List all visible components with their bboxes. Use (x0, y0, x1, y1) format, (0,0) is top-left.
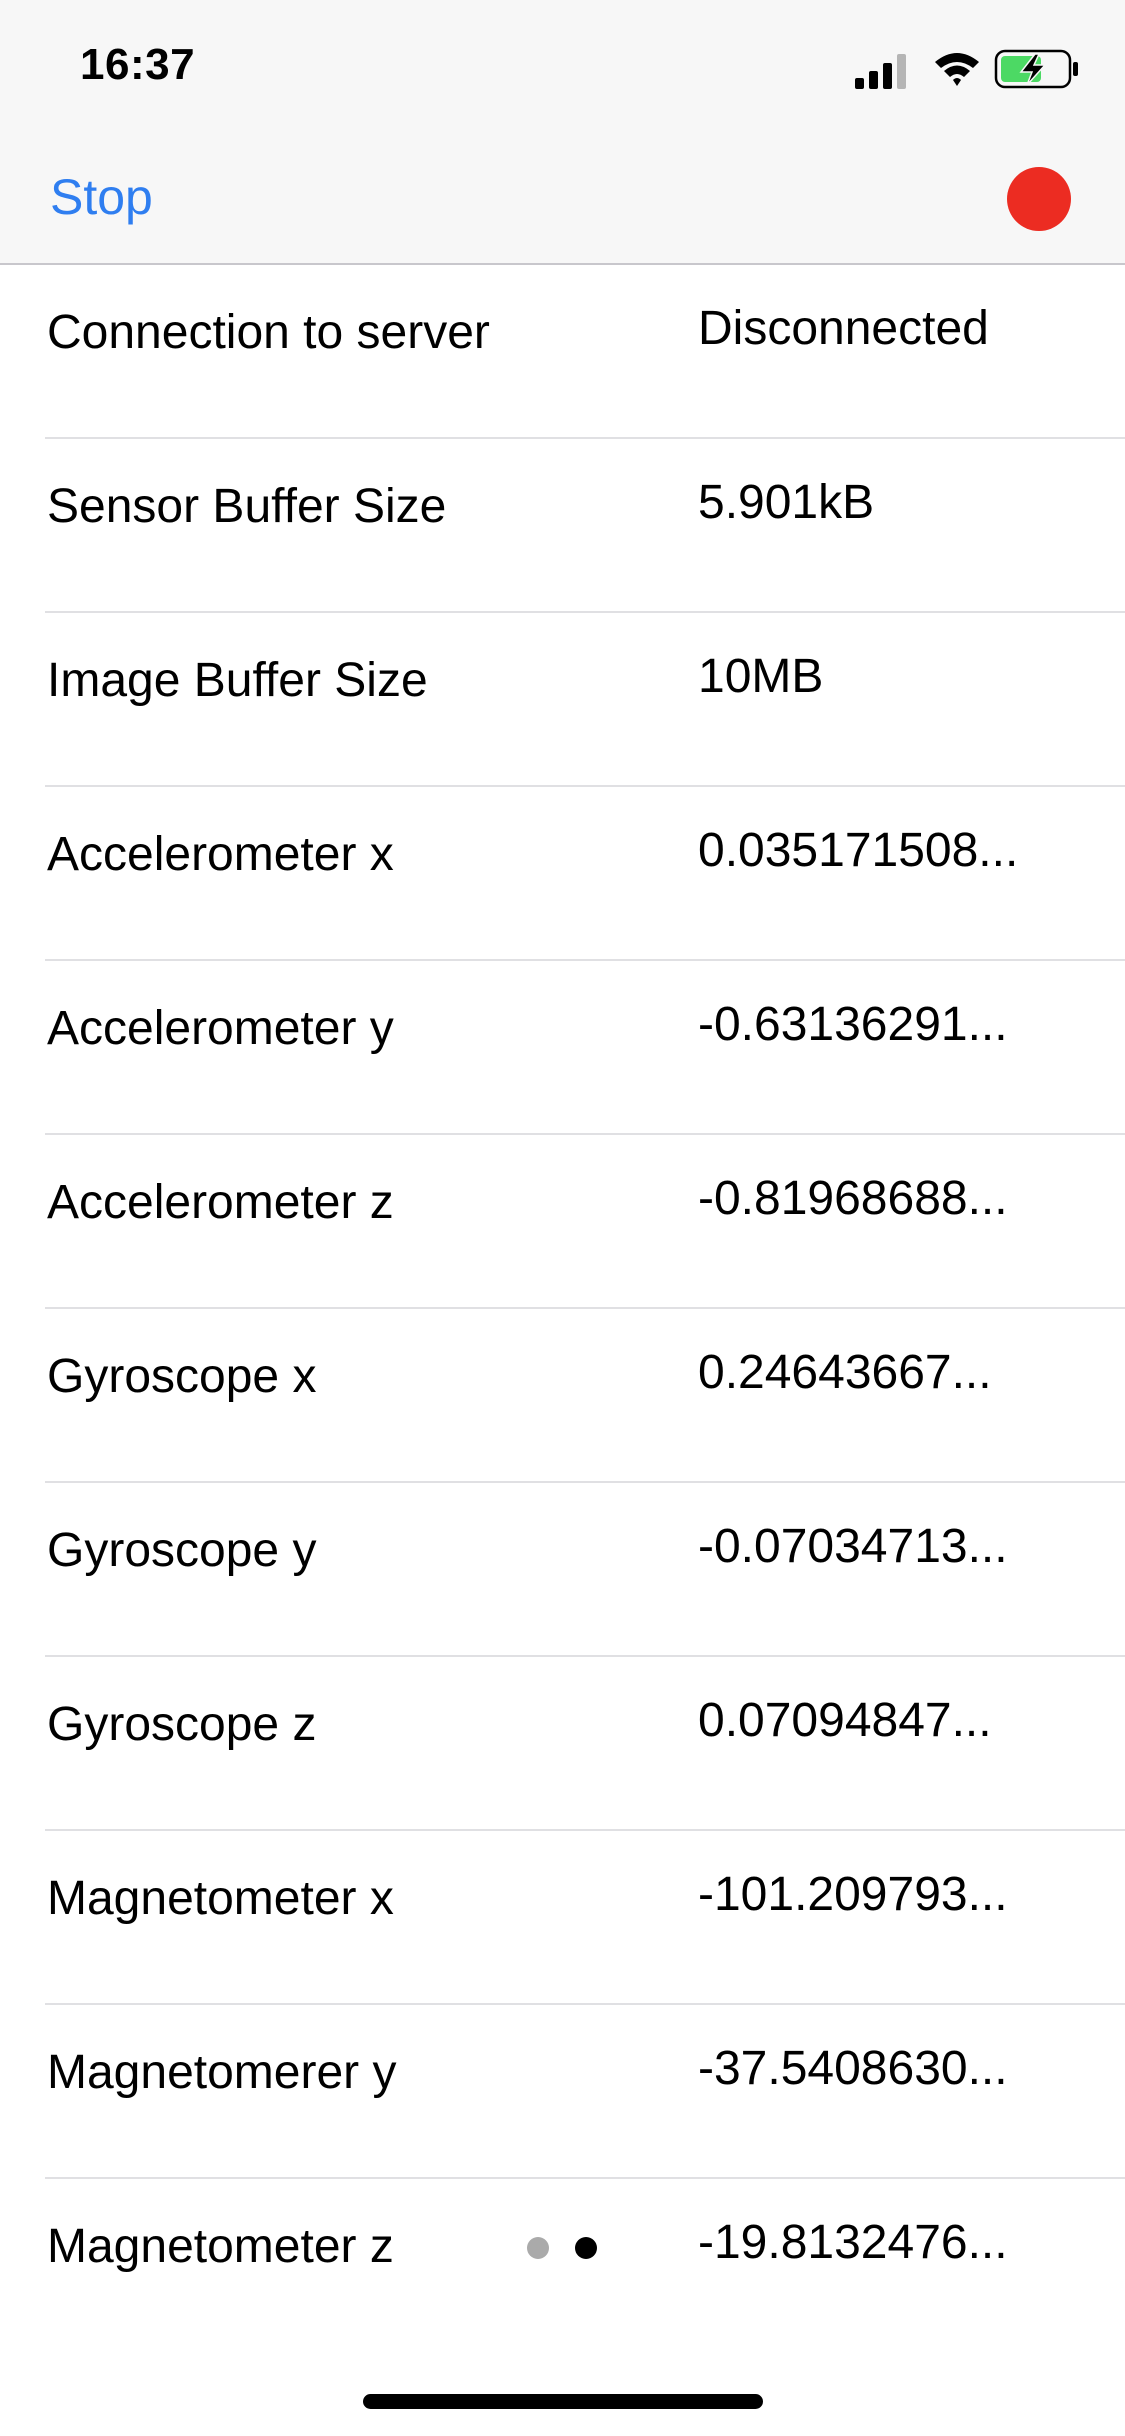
recording-indicator (1007, 167, 1071, 231)
row-value: 0.07094847... (698, 1694, 992, 1747)
row-label: Gyroscope y (47, 1524, 317, 1577)
page-control[interactable] (527, 2237, 597, 2261)
stop-button[interactable]: Stop (50, 168, 153, 226)
row-label: Accelerometer x (47, 828, 394, 881)
row-label: Accelerometer z (47, 1176, 394, 1229)
row-value: Disconnected (698, 302, 989, 355)
row-label: Magnetometer z (47, 2220, 394, 2273)
row-label: Connection to server (47, 306, 490, 359)
row-label: Accelerometer y (47, 1002, 394, 1055)
table-row: Sensor Buffer Size 5.901kB (0, 439, 1125, 613)
page-dot-2[interactable] (575, 2237, 597, 2259)
table-row: Image Buffer Size 10MB (0, 613, 1125, 787)
table-row: Accelerometer z -0.81968688... (0, 1135, 1125, 1309)
row-label: Gyroscope z (47, 1698, 317, 1751)
row-label: Magnetomerer y (47, 2046, 397, 2099)
cellular-signal-icon (855, 54, 906, 89)
row-label: Gyroscope x (47, 1350, 317, 1403)
row-label: Sensor Buffer Size (47, 480, 447, 533)
home-indicator[interactable] (363, 2394, 763, 2409)
row-value: 10MB (698, 650, 824, 703)
table-row: Gyroscope y -0.07034713... (0, 1483, 1125, 1657)
table-row: Magnetometer x -101.209793... (0, 1831, 1125, 2005)
row-value: 5.901kB (698, 476, 875, 529)
status-time: 16:37 (80, 40, 196, 89)
page-dot-1[interactable] (527, 2237, 549, 2259)
row-label: Magnetometer x (47, 1872, 394, 1925)
table-row: Magnetomerer y -37.5408630... (0, 2005, 1125, 2179)
table-row: Gyroscope z 0.07094847... (0, 1657, 1125, 1831)
table-row: Gyroscope x 0.24643667... (0, 1309, 1125, 1483)
row-value: -0.63136291... (698, 998, 1008, 1051)
table-row: Connection to server Disconnected (0, 265, 1125, 439)
row-value: 0.035171508... (698, 824, 1019, 877)
row-value: -0.07034713... (698, 1520, 1008, 1573)
table-row: Accelerometer y -0.63136291... (0, 961, 1125, 1135)
status-icons (855, 48, 1085, 90)
row-label: Image Buffer Size (47, 654, 428, 707)
row-value: -19.8132476... (698, 2216, 1008, 2269)
row-value: -37.5408630... (698, 2042, 1008, 2095)
table-row: Accelerometer x 0.035171508... (0, 787, 1125, 961)
row-value: -101.209793... (698, 1868, 1008, 1921)
table-row: Magnetometer z -19.8132476... (0, 2179, 1125, 2353)
battery-charging-icon (994, 49, 1078, 89)
wifi-icon (935, 53, 979, 86)
navigation-bar: 16:37 Stop (0, 0, 1125, 265)
row-value: 0.24643667... (698, 1346, 992, 1399)
row-value: -0.81968688... (698, 1172, 1008, 1225)
screen: 16:37 Stop Connection to server Disconne… (0, 0, 1125, 2436)
sensor-table: Connection to server Disconnected Sensor… (0, 265, 1125, 2353)
